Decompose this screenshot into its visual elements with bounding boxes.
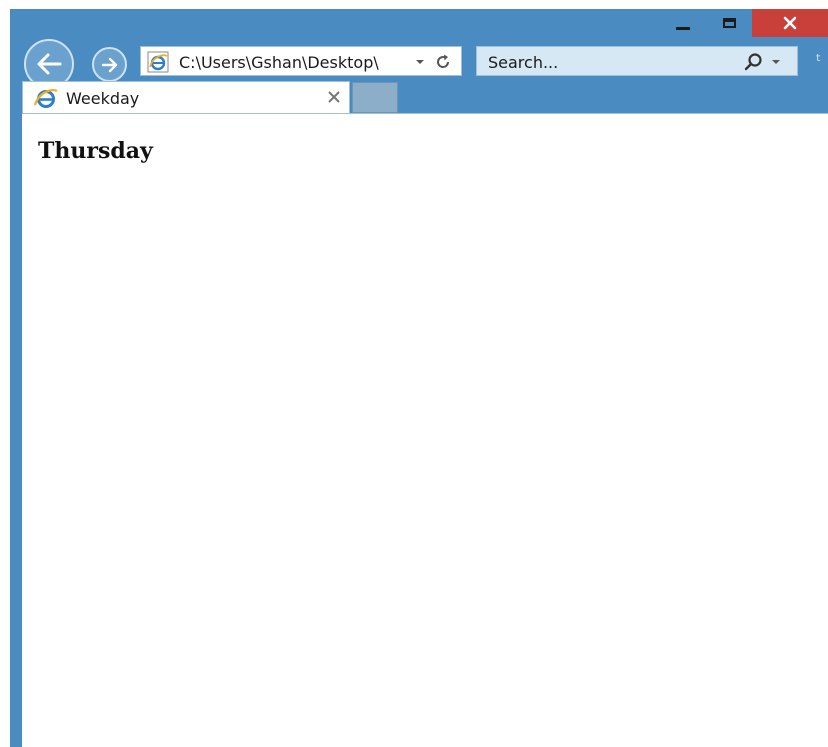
search-input[interactable]: Search... [488, 53, 558, 72]
close-icon [783, 16, 797, 30]
address-bar[interactable]: C:\Users\Gshan\Desktop\ [140, 46, 462, 76]
minimize-icon [676, 26, 690, 30]
ie-logo-icon [33, 88, 58, 108]
ie-page-icon [147, 51, 169, 73]
tab-close-icon[interactable] [326, 89, 342, 105]
minimize-button[interactable] [664, 9, 702, 37]
address-dropdown-icon[interactable] [412, 52, 428, 70]
search-icon[interactable] [741, 51, 765, 73]
forward-arrow-icon [101, 57, 117, 72]
tab-weekday[interactable]: Weekday [22, 81, 350, 113]
maximize-button[interactable] [710, 9, 748, 37]
search-dropdown-icon[interactable] [768, 52, 784, 70]
page-content: Thursday [22, 113, 828, 747]
toolbar-overflow-icon: ᵗ [816, 51, 822, 72]
page-heading: Thursday [38, 138, 153, 164]
title-bar [10, 9, 828, 39]
refresh-icon[interactable] [433, 52, 453, 72]
close-button[interactable] [752, 9, 828, 37]
new-tab-button[interactable] [352, 82, 398, 113]
forward-button[interactable] [92, 47, 127, 82]
maximize-icon [722, 18, 736, 28]
address-text[interactable]: C:\Users\Gshan\Desktop\ [179, 53, 421, 72]
search-box[interactable]: Search... [476, 46, 798, 76]
browser-window: C:\Users\Gshan\Desktop\ Search... ᵗ Week… [10, 9, 828, 747]
back-arrow-icon [37, 53, 62, 75]
tab-label: Weekday [66, 89, 140, 108]
